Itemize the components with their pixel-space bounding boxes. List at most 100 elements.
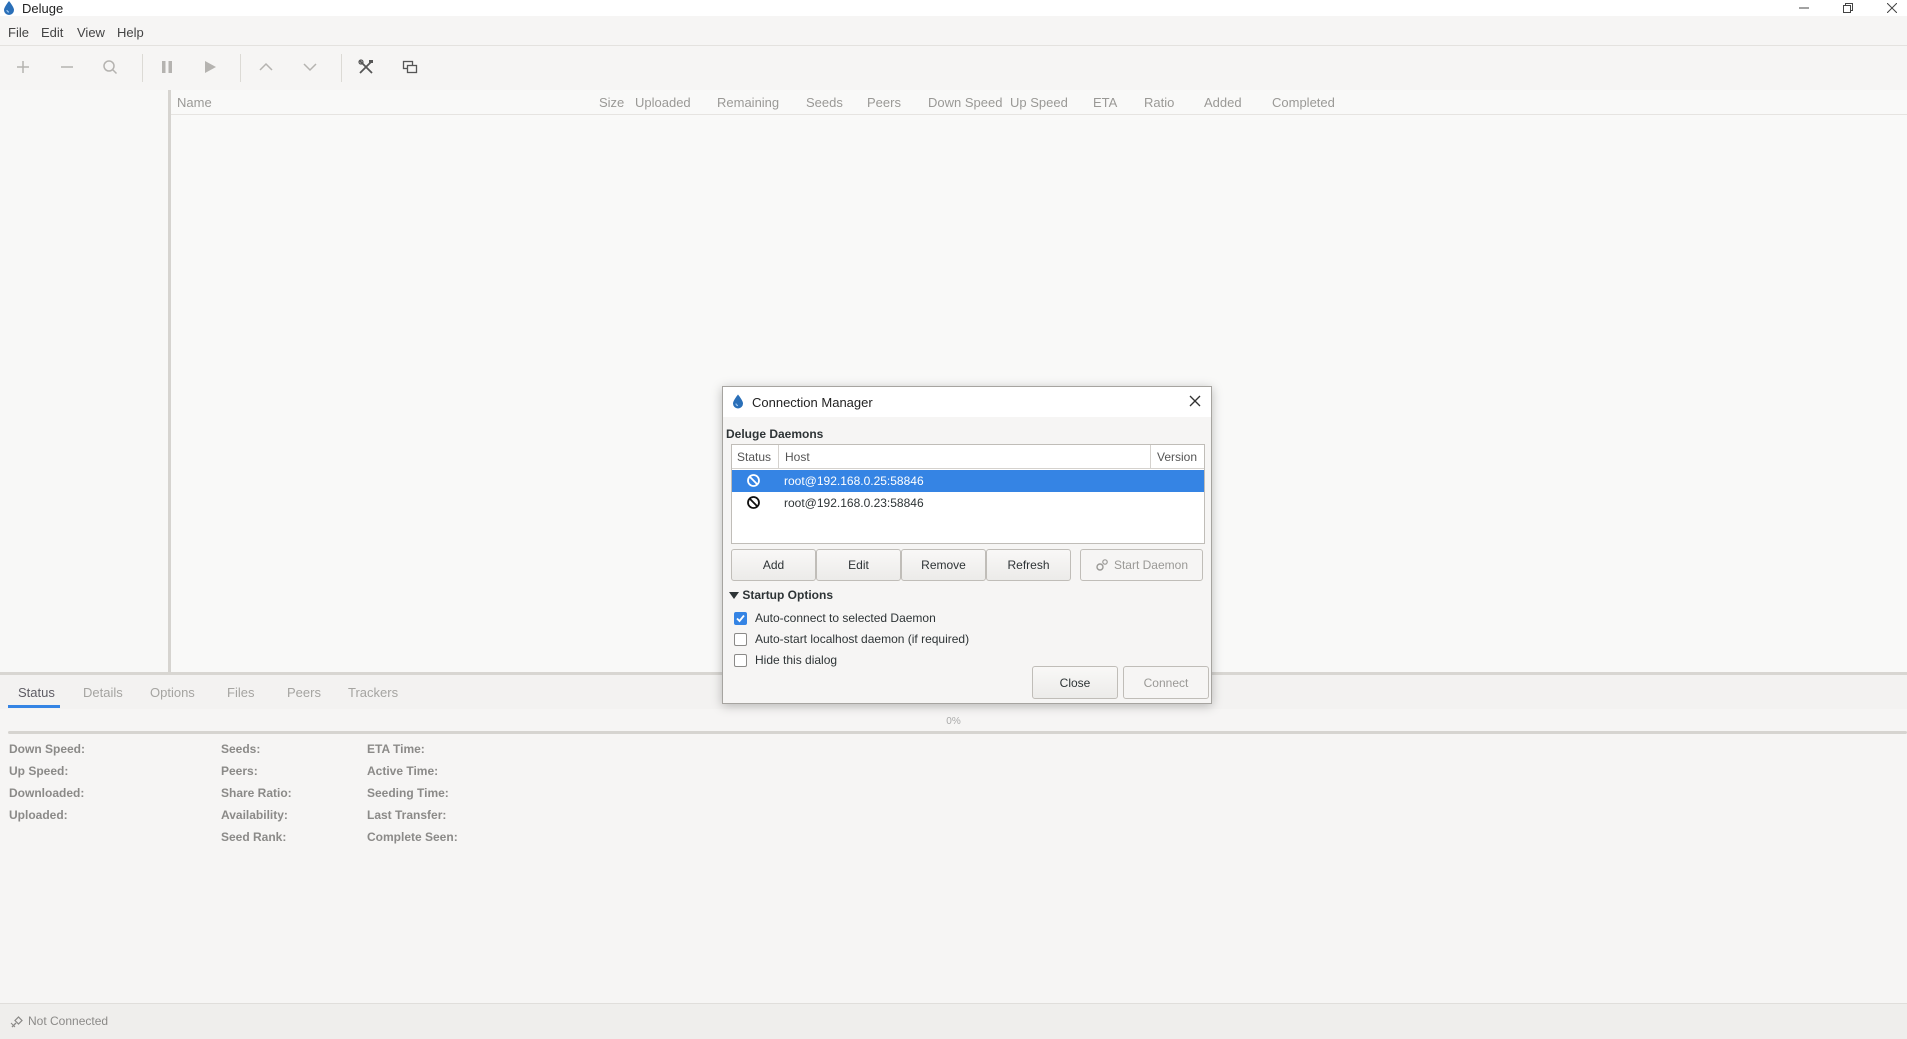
plus-icon [15,59,31,78]
host-address: root@192.168.0.23:58846 [784,496,924,510]
label-last-transfer: Last Transfer: [367,808,447,822]
window-title: Deluge [22,1,64,16]
chevron-up-icon [258,59,274,78]
autostart-label: Auto-start localhost daemon (if required… [755,632,970,646]
menu-help[interactable]: Help [117,25,144,40]
column-down-speed[interactable]: Down Speed [928,95,1002,110]
host-row[interactable]: root@192.168.0.23:58846 [732,492,1204,514]
autostart-option[interactable]: Auto-start localhost daemon (if required… [734,630,969,648]
column-host[interactable]: Host [785,450,810,464]
connection-manager-dialog: Connection Manager Deluge Daemons Status… [722,386,1212,704]
label-seeds: Seeds: [221,742,261,756]
autoconnect-checkbox[interactable] [734,611,747,625]
start-daemon-button[interactable]: Start Daemon [1080,549,1203,581]
label-downloaded: Downloaded: [9,786,85,800]
column-seeds[interactable]: Seeds [806,95,843,110]
autostart-checkbox[interactable] [734,632,747,646]
edit-host-button[interactable]: Edit [816,549,901,581]
connection-manager-button[interactable] [398,56,422,80]
progress-text: 0% [946,716,961,727]
label-down-speed: Down Speed: [9,742,86,756]
column-version[interactable]: Version [1157,450,1197,464]
toolbar-separator [341,54,342,82]
minimize-button[interactable] [1784,0,1824,16]
label-up-speed: Up Speed: [9,764,69,778]
chevron-down-icon [302,59,318,78]
dialog-close-button[interactable] [1185,392,1205,412]
column-eta[interactable]: ETA [1093,95,1117,110]
pause-button[interactable] [155,56,179,80]
active-tab-indicator [8,705,60,708]
menu-file[interactable]: File [8,25,29,40]
preferences-button[interactable] [354,56,378,80]
remove-torrent-button[interactable] [55,56,79,80]
column-uploaded[interactable]: Uploaded [635,95,691,110]
play-icon [202,59,218,78]
column-ratio[interactable]: Ratio [1144,95,1174,110]
tab-files[interactable]: Files [227,685,254,700]
status-bar: Not Connected [0,1003,1907,1039]
column-separator [1150,445,1151,468]
filter-sidebar[interactable] [0,90,171,672]
gears-icon [1095,558,1109,572]
column-separator [778,445,779,468]
add-host-button[interactable]: Add [731,549,816,581]
network-icon [402,59,418,78]
menu-edit[interactable]: Edit [41,25,63,40]
column-added[interactable]: Added [1204,95,1242,110]
queue-down-button[interactable] [298,56,322,80]
search-button[interactable] [98,56,122,80]
close-button[interactable]: Close [1032,666,1118,699]
menu-view[interactable]: View [77,25,105,40]
tab-peers[interactable]: Peers [287,685,321,700]
tab-trackers[interactable]: Trackers [348,685,398,700]
connect-button[interactable]: Connect [1123,666,1209,699]
label-seeding-time: Seeding Time: [367,786,449,800]
menu-bar: File Edit View Help [0,18,1907,44]
deluge-logo-icon [732,394,744,412]
label-eta-time: ETA Time: [367,742,425,756]
restore-button[interactable] [1828,0,1868,16]
column-status[interactable]: Status [737,450,771,464]
minus-icon [59,59,75,78]
connection-status: Not Connected [28,1014,109,1028]
close-icon [1189,395,1201,410]
autoconnect-label: Auto-connect to selected Daemon [755,611,936,625]
column-name[interactable]: Name [177,95,212,110]
pause-icon [159,59,175,78]
toolbar-separator [142,54,143,82]
column-peers[interactable]: Peers [867,95,901,110]
column-remaining[interactable]: Remaining [717,95,779,110]
remove-host-button[interactable]: Remove [901,549,986,581]
torrent-list-header: Name Size Uploaded Remaining Seeds Peers… [171,90,1907,115]
host-list-header: Status Host Version [732,445,1204,469]
label-active-time: Active Time: [367,764,439,778]
search-icon [102,59,118,78]
hide-dialog-option[interactable]: Hide this dialog [734,651,837,669]
column-up-speed[interactable]: Up Speed [1010,95,1068,110]
label-availability: Availability: [221,808,288,822]
label-complete-seen: Complete Seen: [367,830,458,844]
host-row[interactable]: root@192.168.0.25:58846 [732,470,1204,492]
window-titlebar: Deluge [0,0,1907,16]
add-torrent-button[interactable] [11,56,35,80]
tab-status[interactable]: Status [18,685,55,700]
tab-options[interactable]: Options [150,685,195,700]
deluge-logo-icon [3,1,15,18]
resume-button[interactable] [198,56,222,80]
offline-status-icon [746,473,761,491]
dialog-titlebar: Connection Manager [723,387,1211,417]
hide-dialog-checkbox[interactable] [734,653,747,667]
tab-details[interactable]: Details [83,685,123,700]
startup-options-label: Startup Options [742,588,834,602]
column-size[interactable]: Size [599,95,624,110]
start-daemon-label: Start Daemon [1113,558,1189,572]
progress-area: 0% [0,709,1907,735]
daemon-host-list[interactable]: Status Host Version root@192.168.0.25:58… [731,444,1205,544]
startup-options-expander[interactable]: Startup Options [729,588,833,603]
autoconnect-option[interactable]: Auto-connect to selected Daemon [734,609,936,627]
close-window-button[interactable] [1872,0,1907,16]
column-completed[interactable]: Completed [1272,95,1335,110]
queue-up-button[interactable] [254,56,278,80]
refresh-button[interactable]: Refresh [986,549,1071,581]
